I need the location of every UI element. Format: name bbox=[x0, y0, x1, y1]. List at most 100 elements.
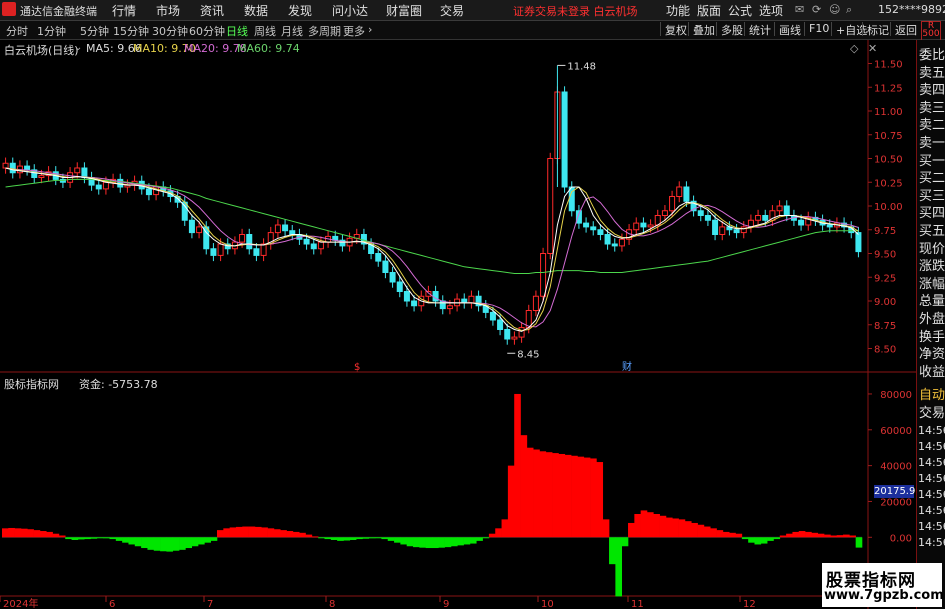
side-row-14: 总量 bbox=[919, 294, 945, 310]
r-tag[interactable]: R 500 bbox=[921, 21, 941, 41]
login-notice[interactable]: 证券交易未登录 白云机场 bbox=[513, 3, 638, 19]
flow-bar bbox=[311, 536, 319, 538]
menu-item-trade[interactable]: 交易 bbox=[440, 2, 464, 19]
period-more[interactable]: 更多 bbox=[343, 23, 365, 39]
app-logo-icon bbox=[2, 2, 16, 16]
candle-body bbox=[511, 336, 518, 340]
chat-icon[interactable]: ✉ bbox=[795, 3, 804, 16]
period-daily[interactable]: 日线 bbox=[226, 23, 248, 39]
period-1min[interactable]: 1分钟 bbox=[37, 23, 66, 39]
candle-body bbox=[798, 219, 805, 226]
menu-item-wealth[interactable]: 财富圈 bbox=[386, 2, 422, 19]
settings-diamond-icon[interactable]: ◇ bbox=[850, 42, 858, 55]
side-row-10: 买五 bbox=[919, 224, 945, 239]
period-15min[interactable]: 15分钟 bbox=[113, 23, 149, 39]
menu-item-markets[interactable]: 市场 bbox=[156, 2, 180, 19]
menu-item-layout[interactable]: 版面 bbox=[697, 2, 721, 19]
tick-time-2: 14:56 bbox=[918, 456, 945, 469]
menu-item-assistant[interactable]: 问小达 bbox=[332, 2, 368, 19]
search-icon[interactable]: ⌕ bbox=[846, 3, 852, 17]
candle-body bbox=[647, 224, 654, 228]
flow-bar bbox=[217, 530, 224, 538]
candle-body bbox=[403, 291, 410, 302]
flow-bar bbox=[96, 537, 104, 539]
candle-body bbox=[590, 226, 597, 231]
candle-body bbox=[826, 224, 833, 228]
period-30min[interactable]: 30分钟 bbox=[152, 23, 188, 39]
period-monthly[interactable]: 月线 bbox=[281, 23, 303, 39]
flow-bar bbox=[571, 455, 578, 538]
candle-body bbox=[38, 175, 45, 179]
period-intraday[interactable]: 分时 bbox=[6, 23, 28, 39]
candle-body bbox=[597, 229, 604, 235]
flow-bar bbox=[387, 537, 395, 541]
menu-item-market[interactable]: 行情 bbox=[112, 2, 136, 19]
candle-body bbox=[196, 226, 203, 234]
candle-body bbox=[239, 234, 246, 243]
flow-bar bbox=[153, 537, 161, 551]
flow-bar bbox=[2, 528, 9, 538]
flow-bar bbox=[488, 533, 496, 538]
draw-line-button[interactable]: 画线 bbox=[774, 22, 801, 37]
flow-bar bbox=[71, 537, 79, 540]
ma10-line bbox=[5, 167, 859, 331]
time-tick-label-4: 9 bbox=[443, 599, 449, 609]
more-chevron-icon[interactable]: › bbox=[368, 23, 372, 36]
fund-flow-value: 资金: -5753.78 bbox=[79, 378, 158, 391]
kline-chart[interactable]: 11.50 11.25 11.00 10.75 10.50 10.25 10.00 9.75 9… bbox=[0, 40, 916, 609]
flow-bar bbox=[507, 465, 515, 538]
side-row-13: 涨幅 bbox=[919, 276, 945, 292]
period-weekly[interactable]: 周线 bbox=[254, 23, 276, 39]
adjust-button[interactable]: 复权 bbox=[660, 22, 687, 37]
flow-bar bbox=[229, 527, 237, 538]
event-marker-finance: 财 bbox=[622, 360, 632, 373]
menu-item-function[interactable]: 功能 bbox=[666, 2, 690, 19]
candle-body bbox=[583, 222, 590, 228]
flow-bar bbox=[432, 537, 439, 549]
flow-bar bbox=[318, 537, 325, 539]
cursor-value-tag: 20175.91 bbox=[874, 485, 922, 498]
candle-body bbox=[604, 234, 611, 245]
price-tick-label-3: 10.75 bbox=[874, 131, 903, 142]
mark-button[interactable]: 标记 bbox=[862, 22, 889, 37]
menu-item-options[interactable]: 选项 bbox=[759, 2, 783, 19]
user-account[interactable]: 152****9892 bbox=[878, 3, 945, 16]
flow-bar bbox=[33, 530, 41, 538]
menu-item-news[interactable]: 资讯 bbox=[200, 2, 224, 19]
tick-time-7: 14:56 bbox=[918, 536, 945, 549]
side-row-5: 卖一 bbox=[919, 136, 945, 151]
flow-bar bbox=[710, 528, 717, 538]
back-button[interactable]: 返回 bbox=[890, 22, 917, 37]
period-60min[interactable]: 60分钟 bbox=[189, 23, 225, 39]
candle-body bbox=[712, 219, 719, 235]
flow-bar bbox=[337, 537, 344, 541]
flow-bar bbox=[349, 537, 357, 540]
side-row-20[interactable]: 交易 bbox=[919, 402, 945, 421]
overlay-button[interactable]: 叠加 bbox=[688, 22, 715, 37]
flow-bar bbox=[179, 537, 186, 550]
flow-tick-label-0: 80000 bbox=[880, 390, 912, 401]
indicator-title: 股标指标网 bbox=[4, 378, 59, 391]
flow-bar bbox=[39, 531, 47, 538]
menu-item-data[interactable]: 数据 bbox=[244, 2, 268, 19]
f10-button[interactable]: F10 bbox=[804, 22, 829, 36]
collapse-chevron-icon[interactable]: ⌄ bbox=[74, 42, 82, 53]
statistics-button[interactable]: 统计 bbox=[744, 22, 771, 37]
close-panel-icon[interactable]: ✕ bbox=[868, 42, 877, 55]
candle-body bbox=[683, 186, 690, 202]
flow-bar bbox=[615, 537, 623, 597]
multi-stock-button[interactable]: 多股 bbox=[716, 22, 743, 37]
side-row-7: 买二 bbox=[919, 171, 945, 187]
flow-bar bbox=[596, 462, 604, 538]
period-multi[interactable]: 多周期 bbox=[308, 23, 341, 39]
flow-bar bbox=[564, 454, 572, 538]
menu-item-discover[interactable]: 发现 bbox=[288, 2, 312, 19]
menu-item-formula[interactable]: 公式 bbox=[728, 2, 752, 19]
time-tick-label-2: 7 bbox=[207, 599, 213, 609]
side-row-15: 外盘 bbox=[919, 312, 945, 327]
side-row-19[interactable]: 自动 bbox=[919, 384, 945, 403]
flow-bar bbox=[792, 531, 800, 538]
user-icon[interactable]: ☺ bbox=[829, 3, 840, 16]
refresh-icon[interactable]: ⟳ bbox=[812, 3, 821, 16]
period-5min[interactable]: 5分钟 bbox=[80, 23, 109, 39]
